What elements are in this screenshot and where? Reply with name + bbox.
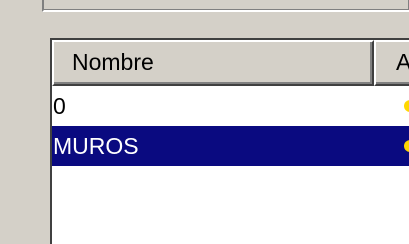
list-item[interactable]: 0 — [52, 86, 409, 126]
list-item-name: MUROS — [53, 133, 139, 159]
list-rows: 0 MUROS — [52, 86, 409, 166]
column-header-nombre[interactable]: Nombre — [52, 40, 374, 86]
groupbox-edge — [42, 0, 409, 12]
list-item-selected[interactable]: MUROS — [52, 126, 409, 166]
layer-list[interactable]: Nombre A 0 MUROS — [50, 38, 409, 244]
layer-color-swatch-icon — [404, 100, 409, 112]
list-item-name: 0 — [53, 93, 66, 119]
column-header-a[interactable]: A — [374, 40, 409, 86]
layer-color-swatch-icon — [404, 140, 409, 152]
list-header: Nombre A — [52, 40, 409, 86]
